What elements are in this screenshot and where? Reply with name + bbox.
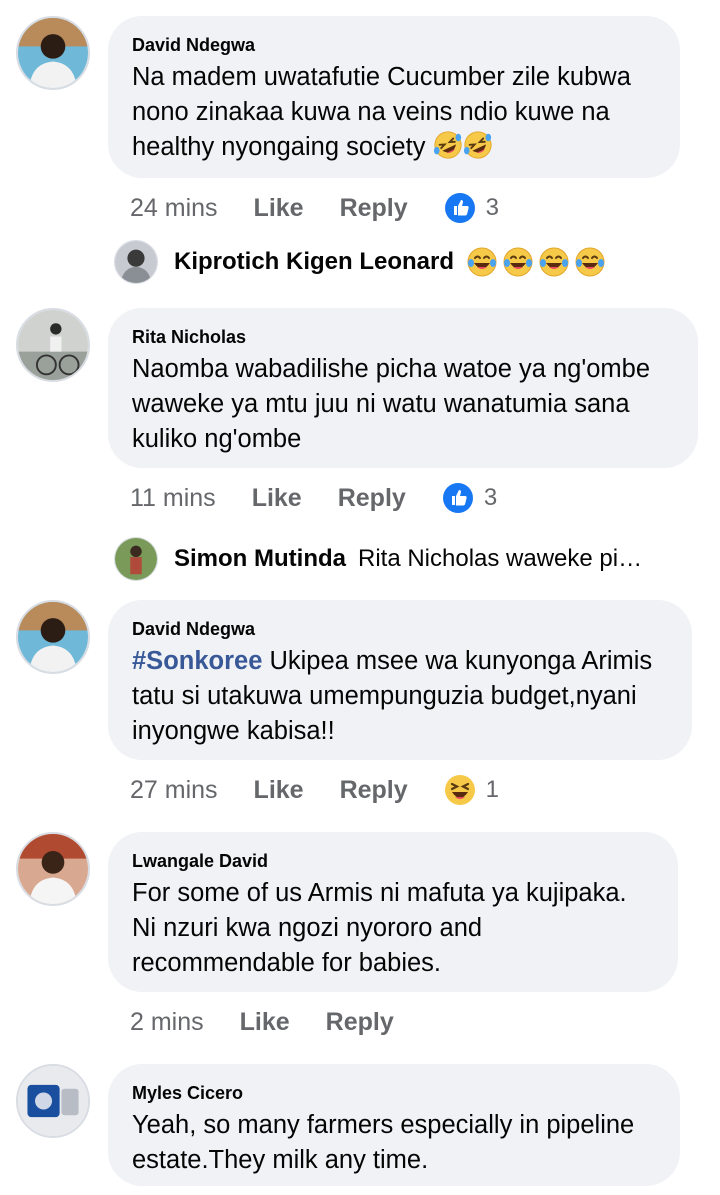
comment-body: Naomba wabadilishe picha watoe ya ng'omb…	[132, 355, 651, 453]
profile-photo-icon	[18, 602, 88, 672]
profile-photo-icon	[18, 834, 88, 904]
like-reaction-icon	[442, 482, 474, 514]
comment-bubble: Lwangale David For some of us Armis ni m…	[108, 832, 678, 992]
comment-meta: 2 mins Like Reply	[130, 1002, 430, 1042]
comment-meta: 24 mins Like Reply 3	[130, 188, 499, 228]
reaction-summary[interactable]: 1	[444, 774, 499, 806]
comment-timestamp[interactable]: 24 mins	[130, 194, 218, 223]
reaction-count: 3	[483, 484, 498, 511]
profile-photo-icon	[18, 1066, 88, 1136]
reaction-summary[interactable]: 3	[442, 482, 497, 514]
reaction-count: 1	[485, 776, 500, 803]
profile-photo-icon	[115, 538, 157, 580]
comment-author[interactable]: Rita Nicholas	[132, 326, 676, 348]
haha-reaction-icon	[444, 774, 476, 806]
avatar[interactable]	[16, 832, 90, 906]
reaction-count: 3	[485, 194, 500, 221]
comment-timestamp[interactable]: 11 mins	[130, 484, 216, 513]
rofl-emoji-icon	[433, 130, 463, 160]
comment-body: Yeah, so many farmers especially in pipe…	[132, 1111, 635, 1174]
avatar	[114, 537, 158, 581]
comment-author[interactable]: Myles Cicero	[132, 1082, 658, 1104]
laughing-tears-emoji-icon	[466, 246, 498, 278]
avatar[interactable]	[16, 308, 90, 382]
avatar[interactable]	[16, 16, 90, 90]
comment-author[interactable]: David Ndegwa	[132, 618, 670, 640]
reply-button[interactable]: Reply	[340, 194, 408, 223]
comment-author[interactable]: Lwangale David	[132, 850, 656, 872]
comment-author[interactable]: David Ndegwa	[132, 34, 658, 56]
comment-meta: 11 mins Like Reply 3	[130, 478, 497, 518]
hashtag-link[interactable]: #Sonkoree	[132, 647, 262, 675]
reaction-summary[interactable]: 3	[444, 192, 499, 224]
comment-bubble: David Ndegwa #Sonkoree Ukipea msee wa ku…	[108, 600, 692, 760]
comment-body: Na madem uwatafutie Cucumber zile kubwa …	[132, 63, 631, 161]
profile-photo-icon	[18, 18, 88, 88]
avatar[interactable]	[16, 1064, 90, 1138]
like-reaction-icon	[444, 192, 476, 224]
like-button[interactable]: Like	[254, 776, 304, 805]
reply-author: Kiprotich Kigen Leonard	[174, 248, 455, 275]
comment-bubble: David Ndegwa Na madem uwatafutie Cucumbe…	[108, 16, 680, 178]
reply-button[interactable]: Reply	[326, 1008, 394, 1037]
comment-bubble: Myles Cicero Yeah, so many farmers espec…	[108, 1064, 680, 1186]
reply-text: Rita Nicholas waweke pi…	[357, 545, 643, 572]
comment-bubble: Rita Nicholas Naomba wabadilishe picha w…	[108, 308, 698, 468]
laughing-tears-emoji-icon	[502, 246, 534, 278]
reply-button[interactable]: Reply	[340, 776, 408, 805]
avatar[interactable]	[16, 600, 90, 674]
reply-preview[interactable]: Simon Mutinda Rita Nicholas waweke pi…	[114, 537, 642, 581]
profile-photo-icon	[115, 241, 157, 283]
like-button[interactable]: Like	[240, 1008, 290, 1037]
laughing-tears-emoji-icon	[574, 246, 606, 278]
avatar	[114, 240, 158, 284]
rofl-emoji-icon	[463, 130, 493, 160]
comment-body: For some of us Armis ni mafuta ya kujipa…	[132, 879, 627, 977]
comment-text: Na madem uwatafutie Cucumber zile kubwa …	[132, 60, 658, 165]
reply-author: Simon Mutinda	[174, 545, 346, 572]
like-button[interactable]: Like	[252, 484, 302, 513]
like-button[interactable]: Like	[254, 194, 304, 223]
reply-preview[interactable]: Kiprotich Kigen Leonard	[114, 240, 610, 284]
comment-meta: 27 mins Like Reply 1	[130, 770, 499, 810]
laughing-tears-emoji-icon	[538, 246, 570, 278]
comment-text: #Sonkoree Ukipea msee wa kunyonga Arimis…	[132, 644, 670, 749]
reply-emoji-row	[466, 246, 610, 278]
comment-timestamp[interactable]: 27 mins	[130, 776, 218, 805]
comment-timestamp[interactable]: 2 mins	[130, 1008, 204, 1037]
reply-button[interactable]: Reply	[338, 484, 406, 513]
profile-photo-icon	[18, 310, 88, 380]
